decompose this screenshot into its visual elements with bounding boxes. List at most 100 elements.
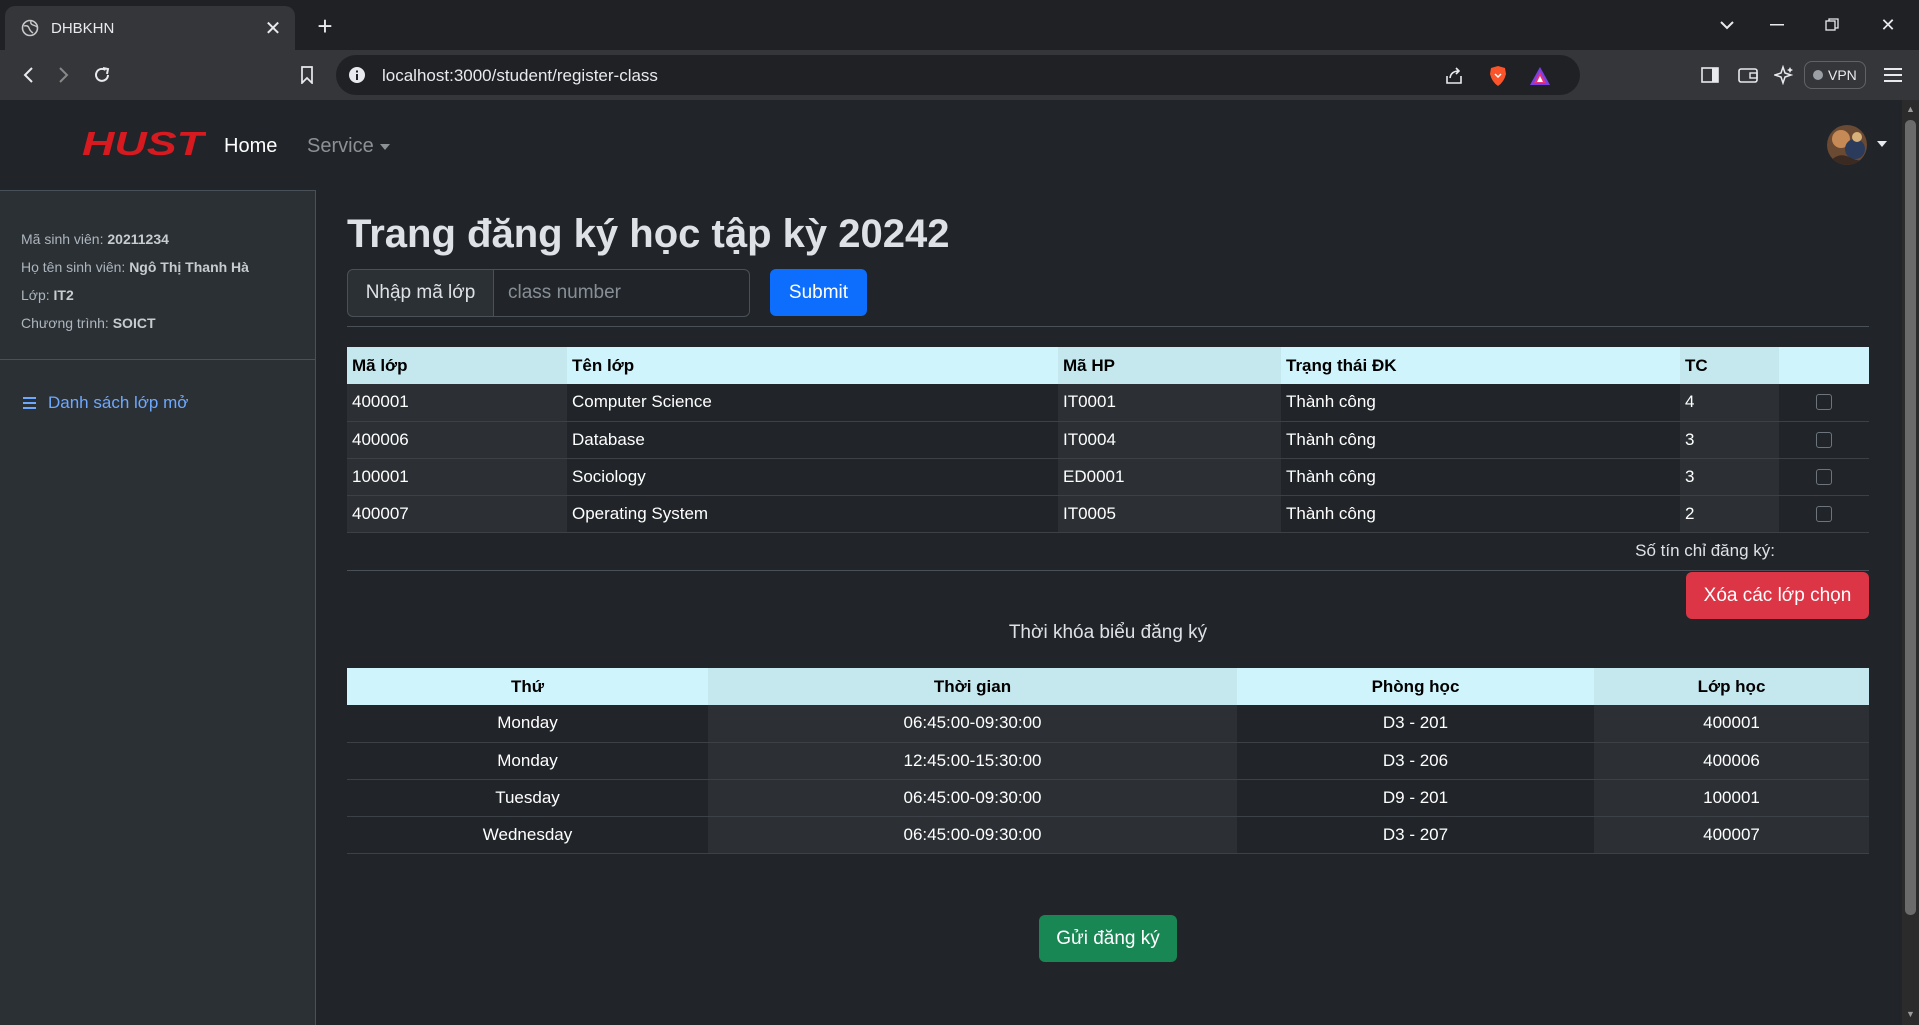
day-cell: Monday: [347, 705, 708, 743]
row-checkbox[interactable]: [1816, 505, 1832, 522]
student-id-value: 20211234: [107, 231, 169, 247]
timetable-title: Thời khóa biểu đăng ký: [1008, 622, 1208, 643]
close-window-icon[interactable]: ✕: [1868, 10, 1908, 40]
restore-icon[interactable]: [1812, 10, 1852, 40]
send-registration-button[interactable]: Gửi đăng ký: [1039, 915, 1177, 962]
class-code-cell: 100001: [347, 458, 567, 496]
class-cell: 400007: [1594, 816, 1869, 854]
room-cell: D3 - 206: [1237, 742, 1594, 780]
address-bar[interactable]: localhost:3000/student/register-class: [336, 55, 1580, 95]
nav-home-link[interactable]: Home: [224, 135, 277, 158]
vpn-label: VPN: [1828, 67, 1857, 83]
menu-icon[interactable]: [1880, 63, 1906, 87]
page-scrollbar[interactable]: ▲ ▼: [1902, 100, 1919, 1025]
sidebar: Mã sinh viên: 20211234 Họ tên sinh viên:…: [0, 190, 316, 1025]
delete-selected-button[interactable]: Xóa các lớp chọn: [1686, 572, 1869, 619]
class-code-cell: 400007: [347, 495, 567, 533]
student-program-value: SOICT: [112, 315, 156, 331]
student-class-value: IT2: [53, 287, 74, 303]
wallet-icon[interactable]: [1735, 63, 1761, 87]
class-input-label: Nhập mã lớp: [347, 269, 494, 317]
student-program-label: Chương trình:: [21, 315, 109, 331]
column-header: Phòng học: [1237, 668, 1594, 705]
close-tab-icon[interactable]: ✕: [259, 14, 287, 42]
student-name-value: Ngô Thị Thanh Hà: [129, 259, 249, 275]
vpn-status-dot: [1813, 70, 1823, 80]
student-program-row: Chương trình: SOICT: [21, 309, 249, 337]
hust-logo[interactable]: HUST: [82, 125, 208, 162]
class-name-cell: Computer Science: [567, 384, 1058, 422]
bookmark-icon[interactable]: [291, 59, 323, 91]
brave-rewards-icon[interactable]: [1528, 64, 1552, 88]
main-content: Trang đăng ký học tập kỳ 20242 Nhập mã l…: [347, 190, 1869, 1025]
row-checkbox[interactable]: [1816, 431, 1832, 448]
day-cell: Tuesday: [347, 779, 708, 817]
credits-summary-row: Số tín chỉ đăng ký:: [347, 535, 1869, 571]
student-id-label: Mã sinh viên:: [21, 231, 104, 247]
column-header: Mã lớp: [347, 347, 567, 384]
class-name-cell: Sociology: [567, 458, 1058, 496]
select-cell: [1779, 421, 1869, 459]
column-header: Lớp học: [1594, 668, 1869, 705]
credits-cell: 3: [1680, 458, 1779, 496]
course-code-cell: ED0001: [1058, 458, 1281, 496]
table-row: 400007 Operating System IT0005 Thành côn…: [347, 495, 1869, 533]
forward-icon[interactable]: [48, 59, 80, 91]
room-cell: D9 - 201: [1237, 779, 1594, 817]
vpn-button[interactable]: VPN: [1804, 61, 1866, 89]
table-header-row: Thứ Thời gian Phòng học Lớp học: [347, 668, 1869, 705]
user-avatar[interactable]: [1827, 125, 1867, 165]
browser-toolbar: localhost:3000/student/register-class VP…: [0, 50, 1919, 100]
scroll-down-icon[interactable]: ▼: [1905, 1009, 1916, 1021]
table-row: 400006 Database IT0004 Thành công 3: [347, 421, 1869, 459]
student-info: Mã sinh viên: 20211234 Họ tên sinh viên:…: [21, 225, 249, 337]
brave-shields-icon[interactable]: [1486, 64, 1510, 88]
back-icon[interactable]: [12, 59, 44, 91]
credits-cell: 4: [1680, 384, 1779, 422]
student-name-row: Họ tên sinh viên: Ngô Thị Thanh Hà: [21, 253, 249, 281]
minimize-icon[interactable]: [1757, 10, 1797, 40]
submit-button[interactable]: Submit: [770, 269, 867, 316]
nav-service-dropdown[interactable]: Service: [307, 135, 390, 158]
divider: [347, 326, 1869, 327]
top-navbar: HUST Home Service: [0, 100, 1902, 190]
new-tab-icon[interactable]: +: [310, 11, 340, 41]
column-header: TC: [1680, 347, 1779, 384]
site-info-icon[interactable]: [346, 64, 368, 86]
time-cell: 06:45:00-09:30:00: [708, 816, 1237, 854]
avatar-caret-icon[interactable]: [1877, 141, 1887, 147]
select-cell: [1779, 495, 1869, 533]
table-row: 400001 Computer Science IT0001 Thành côn…: [347, 384, 1869, 422]
credits-cell: 3: [1680, 421, 1779, 459]
table-row: Monday 06:45:00-09:30:00 D3 - 201 400001: [347, 705, 1869, 743]
reload-icon[interactable]: [86, 59, 118, 91]
course-code-cell: IT0001: [1058, 384, 1281, 422]
table-row: Wednesday 06:45:00-09:30:00 D3 - 207 400…: [347, 816, 1869, 854]
class-number-input[interactable]: [494, 269, 750, 317]
scroll-up-icon[interactable]: ▲: [1905, 104, 1916, 116]
select-cell: [1779, 384, 1869, 422]
share-icon[interactable]: [1442, 64, 1466, 88]
credits-cell: 2: [1680, 495, 1779, 533]
browser-tab[interactable]: DHBKHN ✕: [5, 6, 295, 50]
class-code-cell: 400001: [347, 384, 567, 422]
course-code-cell: IT0005: [1058, 495, 1281, 533]
row-checkbox[interactable]: [1816, 394, 1832, 411]
class-input-group: Nhập mã lớp: [347, 269, 750, 317]
room-cell: D3 - 201: [1237, 705, 1594, 743]
column-header: Mã HP: [1058, 347, 1281, 384]
leo-ai-icon[interactable]: [1771, 63, 1797, 87]
sidebar-item-open-classes[interactable]: Danh sách lớp mở: [23, 393, 188, 413]
row-checkbox[interactable]: [1816, 468, 1832, 485]
sidebar-toggle-icon[interactable]: [1697, 63, 1723, 87]
caret-down-icon: [379, 143, 390, 150]
table-header-row: Mã lớp Tên lớp Mã HP Trạng thái ĐK TC: [347, 347, 1869, 384]
scrollbar-thumb[interactable]: [1905, 120, 1916, 915]
student-name-label: Họ tên sinh viên:: [21, 259, 126, 275]
class-cell: 400006: [1594, 742, 1869, 780]
status-cell: Thành công: [1281, 421, 1680, 459]
tab-search-chevron-icon[interactable]: [1707, 10, 1747, 40]
table-row: Tuesday 06:45:00-09:30:00 D9 - 201 10000…: [347, 779, 1869, 817]
registered-classes-table: Mã lớp Tên lớp Mã HP Trạng thái ĐK TC 40…: [347, 347, 1869, 533]
list-icon: [23, 397, 36, 409]
